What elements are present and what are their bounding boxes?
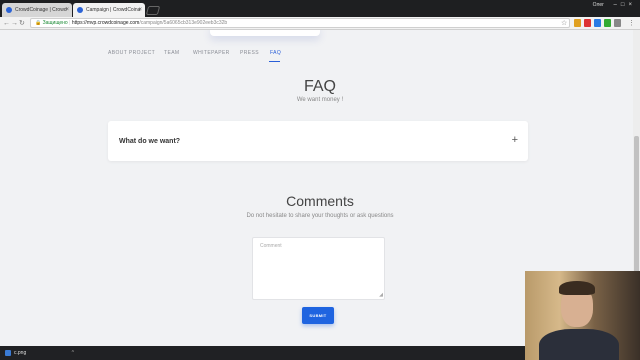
- forward-icon[interactable]: →: [11, 18, 18, 29]
- scrollbar-thumb[interactable]: [634, 136, 639, 276]
- chevron-up-icon[interactable]: ^: [72, 348, 74, 358]
- close-tab-icon[interactable]: ×: [138, 3, 142, 17]
- expand-plus-icon[interactable]: +: [512, 134, 518, 146]
- url-path: /campaign/5a6065cb313e902eeb3c32b: [139, 20, 228, 26]
- comments-subtitle: Do not hesitate to share your thoughts o…: [246, 213, 394, 219]
- active-tab-underline: [269, 61, 280, 62]
- submit-button[interactable]: SUBMIT: [302, 307, 334, 324]
- favicon-icon: [6, 7, 12, 13]
- bookmark-star-icon[interactable]: ☆: [561, 18, 567, 29]
- comments-title: Comments: [286, 193, 354, 209]
- subnav-item-about[interactable]: ABOUT PROJECT: [108, 50, 155, 56]
- presenter-shirt: [539, 329, 619, 360]
- comment-textarea[interactable]: Comment ◢: [252, 237, 385, 300]
- address-bar: ← → ↻ 🔒 Защищено | https://mvp.crowdcoin…: [0, 17, 640, 30]
- download-item[interactable]: c.png ^: [4, 348, 76, 358]
- extension-icon[interactable]: [594, 19, 601, 27]
- download-filename: c.png: [14, 350, 27, 356]
- url-input[interactable]: 🔒 Защищено | https://mvp.crowdcoinage.co…: [30, 18, 570, 28]
- presenter-hair: [559, 281, 595, 295]
- faq-title: FAQ: [303, 78, 336, 95]
- reload-icon[interactable]: ↻: [19, 18, 25, 29]
- security-label: Защищено: [42, 20, 68, 26]
- subnav-item-whitepaper[interactable]: WHITEPAPER: [193, 50, 230, 56]
- browser-tab-2[interactable]: Campaign | CrowdCoina ×: [73, 3, 145, 17]
- extension-icon[interactable]: [614, 19, 621, 27]
- browser-titlebar: CrowdCoinage | Crowd × Campaign | CrowdC…: [0, 0, 640, 17]
- extension-icon[interactable]: [574, 19, 581, 27]
- resize-grip-icon[interactable]: ◢: [379, 292, 383, 298]
- faq-item[interactable]: What do we want? +: [108, 121, 528, 161]
- lock-icon: 🔒: [35, 20, 42, 26]
- url-host: https://mvp.crowdcoinage.com: [71, 20, 140, 26]
- tab-label: CrowdCoinage | Crowd: [15, 7, 67, 13]
- faq-subtitle: We want money !: [296, 97, 344, 103]
- favicon-icon: [77, 7, 83, 13]
- subnav-item-press[interactable]: PRESS: [240, 50, 259, 56]
- window-controls[interactable]: –□×: [614, 2, 636, 8]
- image-file-icon: [5, 350, 11, 356]
- close-tab-icon[interactable]: ×: [65, 3, 69, 17]
- back-icon[interactable]: ←: [3, 18, 10, 29]
- subnav-item-faq[interactable]: FAQ: [270, 50, 281, 56]
- tab-label: Campaign | CrowdCoina: [86, 7, 141, 13]
- browser-user-label[interactable]: Олег: [593, 2, 604, 8]
- browser-menu-icon[interactable]: ⋮: [628, 18, 635, 29]
- new-tab-button[interactable]: [145, 6, 161, 15]
- header-card-edge: [210, 30, 320, 36]
- extension-icon[interactable]: [604, 19, 611, 27]
- subnav-item-team[interactable]: TEAM: [164, 50, 180, 56]
- extension-icon[interactable]: [584, 19, 591, 27]
- browser-tab-1[interactable]: CrowdCoinage | Crowd ×: [2, 3, 72, 17]
- faq-question: What do we want?: [119, 138, 181, 145]
- comment-placeholder: Comment: [260, 243, 282, 249]
- webcam-overlay: [525, 271, 640, 360]
- campaign-subnav: ABOUT PROJECT TEAM WHITEPAPER PRESS FAQ: [108, 50, 528, 62]
